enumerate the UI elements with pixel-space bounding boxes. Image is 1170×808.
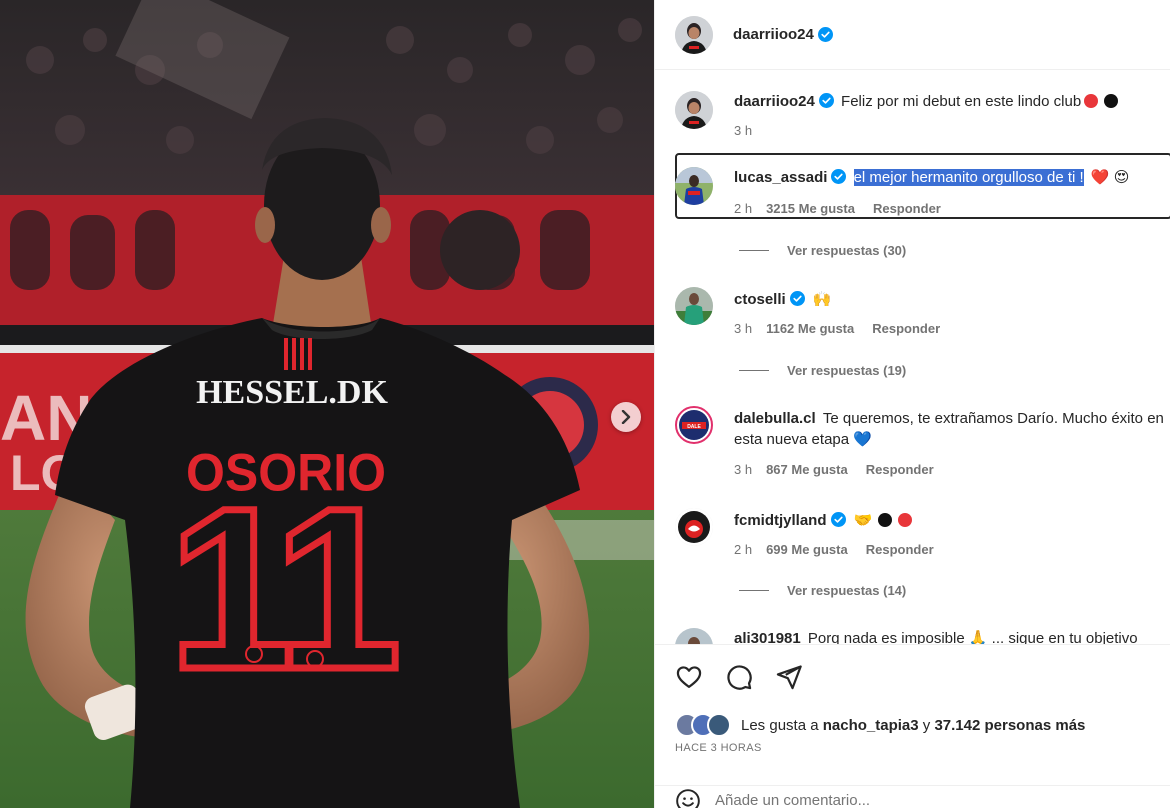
verified-badge-icon [818, 93, 834, 108]
red-circle-icon [1084, 94, 1099, 108]
avatar[interactable] [675, 167, 713, 205]
author-username[interactable]: daarriioo24 [733, 26, 814, 43]
red-circle-icon [898, 513, 913, 527]
share-button[interactable] [775, 663, 803, 694]
comment-meta: 2 h 699 Me gusta Responder [734, 542, 934, 557]
comment-username[interactable]: lucas_assadi [734, 169, 827, 186]
comment-likes[interactable]: 1162 Me gusta [766, 321, 854, 336]
comment-text: Feliz por mi debut en este lindo club [841, 93, 1082, 110]
reply-button[interactable]: Responder [872, 321, 940, 336]
view-replies-button[interactable]: Ver respuestas (30) [739, 243, 906, 258]
author-avatar[interactable] [675, 15, 713, 54]
comment-time[interactable]: 2 h [734, 542, 752, 557]
next-photo-button[interactable] [611, 402, 641, 432]
like-button[interactable] [675, 663, 703, 694]
chevron-right-icon [621, 410, 631, 424]
post-photo[interactable]: AN G LO HESSEL.DK OSORIO 11 [0, 0, 654, 808]
verified-badge-icon [831, 169, 847, 184]
comments-list[interactable]: daarriioo24 Feliz por mi debut en este l… [655, 71, 1170, 644]
comment-likes[interactable]: 699 Me gusta [766, 542, 848, 557]
liked-by-username[interactable]: nacho_tapia3 [823, 717, 919, 734]
avatar [707, 713, 731, 737]
comment-text: Porq nada es imposible 🙏 ... sigue en tu… [807, 630, 1138, 644]
comment-likes[interactable]: 3215 Me gusta [766, 201, 855, 216]
avatar[interactable]: DALE [675, 406, 713, 444]
divider [739, 590, 769, 591]
reply-button[interactable]: Responder [873, 201, 941, 216]
emoji-text: 🤝 [853, 512, 873, 529]
emoji-text: 🙌 [812, 291, 832, 308]
avatar[interactable] [675, 91, 713, 129]
comment-bubble-icon [727, 665, 752, 690]
comment-text: Te queremos, te extrañamos Darío. Mucho … [822, 410, 1164, 427]
verified-badge-icon [789, 291, 805, 306]
liked-avatars [675, 713, 735, 737]
likes-prefix: Les gusta a [741, 716, 819, 734]
comment-meta: 3 h [734, 123, 766, 138]
black-circle-icon [1104, 94, 1119, 108]
avatar[interactable] [675, 287, 713, 325]
comment-username[interactable]: fcmidtjylland [734, 512, 827, 529]
comment-body: ctoselli 🙌 [734, 289, 1170, 310]
send-icon [776, 665, 802, 690]
divider [739, 370, 769, 371]
likes-summary: Les gusta a nacho_tapia3 y 37.142 person… [675, 713, 1085, 737]
comment-meta: 3 h 867 Me gusta Responder [734, 462, 934, 477]
post-timestamp[interactable]: HACE 3 HORAS [675, 742, 762, 754]
post-header: daarriioo24 [655, 0, 1170, 70]
post-sidebar: daarriioo24 daarriioo24 Feliz por mi deb… [654, 0, 1170, 808]
verified-badge-icon [830, 512, 846, 527]
player-photo: AN G LO HESSEL.DK OSORIO 11 [0, 0, 654, 808]
comment-body: dalebulla.cl Te queremos, te extrañamos … [734, 408, 1170, 450]
heart-icon [676, 666, 702, 689]
emoji-text: ❤️ 😍 [1090, 169, 1130, 186]
divider [739, 250, 769, 251]
svg-text:DALE: DALE [687, 424, 701, 430]
comment-username[interactable]: ctoselli [734, 291, 786, 308]
action-icons [675, 663, 803, 694]
comment-time[interactable]: 3 h [734, 123, 752, 138]
jersey-sponsor: HESSEL.DK [196, 374, 388, 411]
black-circle-icon [878, 513, 893, 527]
comment-body: lucas_assadi el mejor hermanito orgullos… [734, 167, 1170, 188]
likes-and: y [922, 716, 931, 734]
comment-input[interactable] [715, 792, 1095, 808]
comment-time[interactable]: 3 h [734, 462, 752, 477]
comment-button[interactable] [725, 663, 753, 694]
comment-likes[interactable]: 867 Me gusta [766, 462, 848, 477]
comment-text-line2: esta nueva etapa [734, 431, 850, 448]
view-replies-button[interactable]: Ver respuestas (19) [739, 363, 906, 378]
likes-count-button[interactable]: 37.142 personas más [934, 717, 1085, 734]
comment-body: fcmidtjylland 🤝 [734, 510, 1170, 531]
reply-button[interactable]: Responder [866, 462, 934, 477]
comment-username[interactable]: daarriioo24 [734, 93, 815, 110]
emoji-icon[interactable] [675, 788, 701, 808]
comment-time[interactable]: 3 h [734, 321, 752, 336]
comment-time[interactable]: 2 h [734, 201, 752, 216]
add-comment-bar [655, 785, 1170, 808]
avatar[interactable] [675, 508, 713, 546]
post-actions: Les gusta a nacho_tapia3 y 37.142 person… [655, 644, 1170, 808]
comment-body: daarriioo24 Feliz por mi debut en este l… [734, 91, 1170, 112]
comment-username[interactable]: dalebulla.cl [734, 410, 816, 427]
comment-meta: 3 h 1162 Me gusta Responder [734, 321, 940, 336]
jersey-number: 11 [168, 460, 395, 717]
comment-username[interactable]: ali301981 [734, 630, 801, 644]
comment-text: el mejor hermanito orgulloso de ti ! [853, 169, 1084, 186]
comment-meta: 2 h 3215 Me gusta Responder [734, 201, 941, 216]
comment-body: ali301981 Porq nada es imposible 🙏 ... s… [734, 628, 1170, 644]
avatar[interactable] [675, 628, 713, 644]
emoji-text: 💙 [853, 431, 872, 448]
reply-button[interactable]: Responder [866, 542, 934, 557]
verified-badge-icon [817, 27, 833, 42]
view-replies-button[interactable]: Ver respuestas (14) [739, 583, 906, 598]
